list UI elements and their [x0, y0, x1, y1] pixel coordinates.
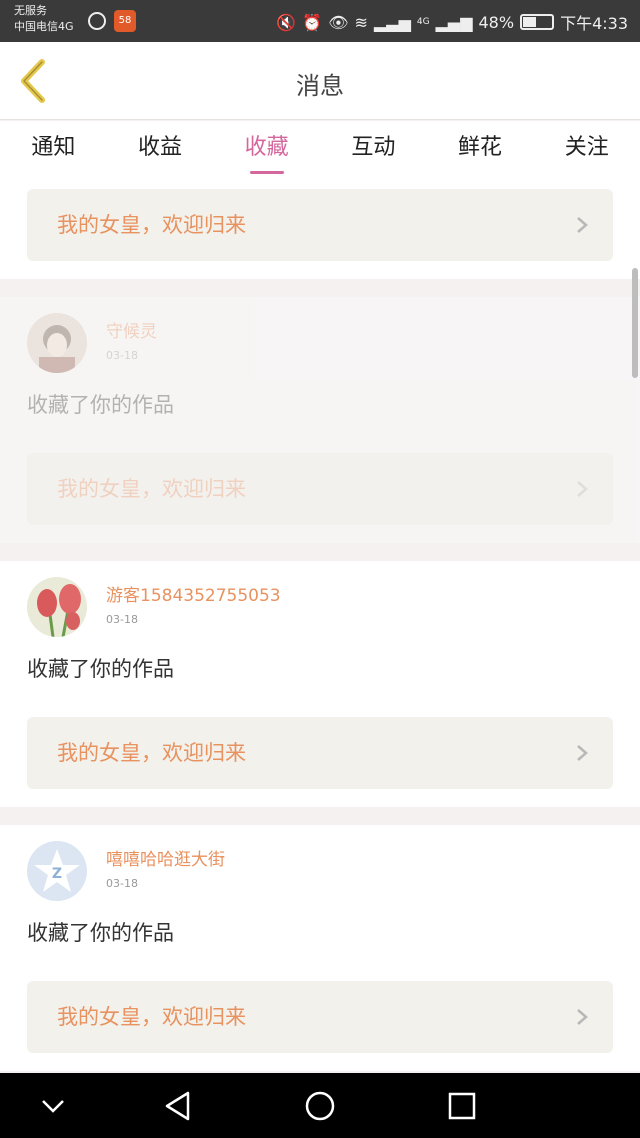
battery-icon: [520, 14, 555, 30]
welcome-banner[interactable]: 我的女皇，欢迎归来: [27, 717, 613, 789]
chevron-right-icon: [577, 217, 588, 233]
tab-label: 鲜花: [458, 135, 503, 160]
timestamp: 03-18: [106, 877, 138, 890]
triangle-back-icon: [165, 1091, 190, 1121]
tab-favorites[interactable]: 收藏: [213, 121, 320, 181]
banner-text: 我的女皇，欢迎归来: [57, 741, 246, 765]
carrier-info: 无服务 中国电信4G: [14, 3, 74, 35]
no-signal-icon: ▂▃▅: [373, 12, 411, 32]
username[interactable]: 游客1584352755053: [106, 581, 281, 606]
tab-label: 收藏: [244, 135, 289, 160]
weibo-icon: [88, 12, 106, 30]
banner-text: 我的女皇，欢迎归来: [57, 1005, 246, 1029]
avatar[interactable]: Z: [27, 841, 87, 901]
status-icons: 🔇 ⏰ 👁 ≋ ▂▃▅ 4G ▂▄▆ 48% 下午4:33: [276, 10, 628, 34]
username[interactable]: 嘻嘻哈哈逛大街: [106, 845, 225, 870]
clock: 下午4:33: [560, 14, 628, 33]
alarm-icon: ⏰: [302, 12, 323, 32]
carrier-line1: 无服务: [14, 4, 47, 17]
page-title: 消息: [296, 72, 344, 100]
tab-follows[interactable]: 关注: [533, 121, 640, 181]
network-type: 4G: [416, 17, 430, 27]
qzone-star-avatar-icon: Z: [27, 841, 87, 901]
tab-label: 互动: [351, 135, 396, 160]
divider: [0, 279, 640, 297]
banner-text: 我的女皇，欢迎归来: [57, 477, 246, 501]
tab-interactions[interactable]: 互动: [320, 121, 427, 181]
welcome-banner[interactable]: 我的女皇，欢迎归来: [27, 981, 613, 1053]
carrier-line2: 中国电信4G: [14, 20, 74, 33]
chevron-down-icon: [42, 1100, 64, 1113]
avatar[interactable]: [27, 577, 87, 637]
divider: [0, 543, 640, 561]
wifi-icon: ≋: [354, 12, 368, 32]
svg-text:Z: Z: [52, 866, 62, 882]
nav-home-button[interactable]: [300, 1089, 340, 1123]
message-list: 我的女皇，欢迎归来 守候灵 03-18 收藏了你的作品 我的女皇，欢迎归来 游客…: [0, 181, 640, 1073]
welcome-banner[interactable]: 我的女皇，欢迎归来: [27, 189, 613, 261]
square-recents-icon: [448, 1092, 476, 1120]
message-text: 收藏了你的作品: [27, 657, 174, 681]
list-item[interactable]: 守候灵 03-18 收藏了你的作品 我的女皇，欢迎归来: [0, 297, 640, 543]
divider: [0, 807, 640, 825]
nav-recents-button[interactable]: [442, 1089, 482, 1123]
battery-percent: 48%: [478, 12, 515, 32]
welcome-banner[interactable]: 我的女皇，欢迎归来: [27, 453, 613, 525]
mute-icon: 🔇: [276, 12, 297, 32]
top-banner-section: 我的女皇，欢迎归来: [0, 181, 640, 279]
scrollbar[interactable]: [632, 268, 638, 378]
circle-home-icon: [305, 1091, 335, 1121]
nav-back-button[interactable]: [158, 1089, 198, 1123]
message-text: 收藏了你的作品: [27, 921, 174, 945]
banner-text: 我的女皇，欢迎归来: [57, 213, 246, 237]
tab-label: 收益: [138, 135, 183, 160]
avatar[interactable]: [27, 313, 87, 373]
chevron-right-icon: [577, 1009, 588, 1025]
message-text: 收藏了你的作品: [27, 393, 174, 417]
eye-icon: 👁: [328, 12, 349, 32]
active-tab-indicator: [249, 171, 284, 174]
username[interactable]: 守候灵: [106, 317, 157, 342]
timestamp: 03-18: [106, 613, 138, 626]
tulip-avatar-icon: [27, 577, 87, 637]
notification-icons: 58: [88, 10, 136, 32]
app-header: 消息: [0, 42, 640, 120]
tab-label: 通知: [31, 135, 76, 160]
tab-earnings[interactable]: 收益: [107, 121, 214, 181]
signal-icon: ▂▄▆: [435, 12, 473, 32]
timestamp: 03-18: [106, 349, 138, 362]
list-item[interactable]: Z 嘻嘻哈哈逛大街 03-18 收藏了你的作品 我的女皇，欢迎归来: [0, 825, 640, 1071]
system-nav-bar: [0, 1073, 640, 1138]
tab-flowers[interactable]: 鲜花: [427, 121, 534, 181]
tab-label: 关注: [564, 135, 609, 160]
chevron-right-icon: [577, 481, 588, 497]
nav-collapse-button[interactable]: [33, 1089, 73, 1123]
anime-girl-avatar-icon: [27, 313, 87, 373]
app-notification-icon: 58: [114, 10, 136, 32]
list-item[interactable]: 游客1584352755053 03-18 收藏了你的作品 我的女皇，欢迎归来: [0, 561, 640, 807]
chevron-right-icon: [577, 745, 588, 761]
tab-bar: 通知 收益 收藏 互动 鲜花 关注: [0, 121, 640, 181]
tab-notifications[interactable]: 通知: [0, 121, 107, 181]
status-bar: 无服务 中国电信4G 58 🔇 ⏰ 👁 ≋ ▂▃▅ 4G ▂▄▆ 48% 下午4…: [0, 0, 640, 42]
